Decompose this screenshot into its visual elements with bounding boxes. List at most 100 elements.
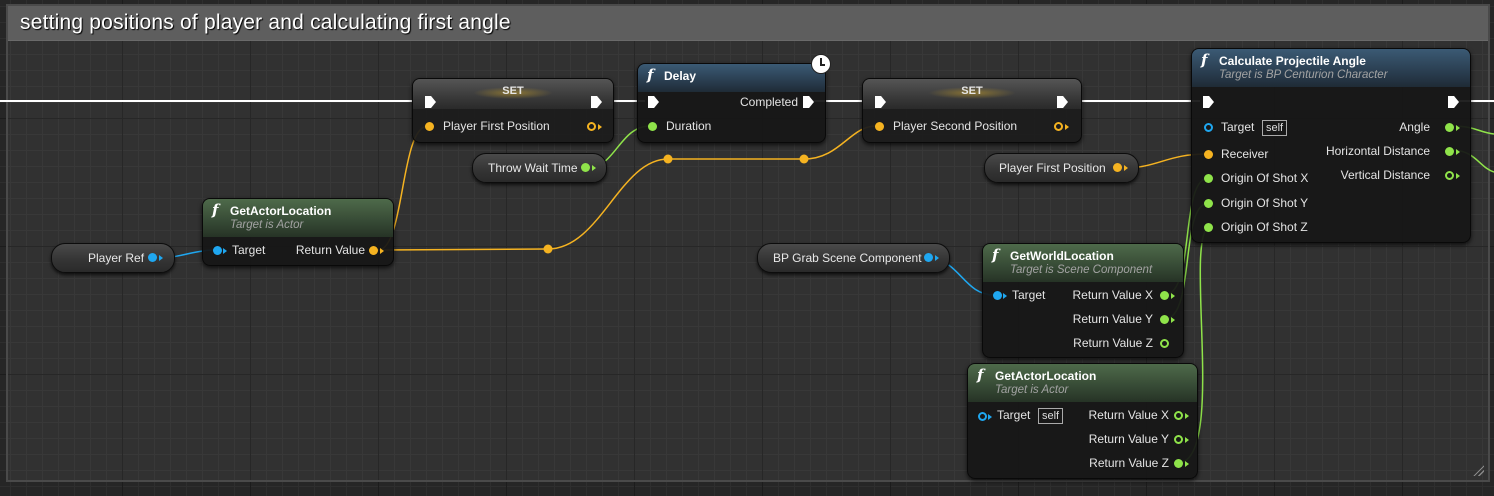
float-out-pin[interactable]: [1445, 147, 1454, 156]
pin-arrow: [1456, 173, 1460, 179]
pin-label: Target: [1012, 288, 1046, 302]
vector-in-pin[interactable]: [425, 122, 434, 131]
pin-arrow: [935, 255, 939, 261]
throw-wait-time-variable[interactable]: Throw Wait Time: [472, 153, 607, 183]
get-actor-location-node[interactable]: f GetActorLocation Target is Actor Targe…: [202, 198, 394, 266]
object-in-pin[interactable]: [213, 246, 222, 255]
float-out-pin[interactable]: [1160, 315, 1169, 324]
pin-arrow: [1171, 317, 1175, 323]
pin-label: Target: [1221, 120, 1255, 134]
object-in-pin[interactable]: [978, 412, 987, 421]
function-icon: f: [977, 366, 984, 384]
set-player-first-position-node[interactable]: SET Player First Position: [412, 78, 614, 143]
vector-out-pin[interactable]: [369, 246, 378, 255]
pin-label: Player First Position: [443, 119, 550, 133]
pin-label: Return Value Y: [1088, 432, 1169, 446]
pin-label: Origin Of Shot Z: [1221, 220, 1308, 234]
exec-out-pin[interactable]: [803, 96, 814, 108]
exec-out-pin[interactable]: [1448, 96, 1459, 108]
pin-label: Receiver: [1221, 147, 1269, 161]
float-out-pin[interactable]: [581, 163, 590, 172]
wire-knot: [799, 154, 809, 164]
pin-arrow: [1003, 293, 1007, 299]
self-default-value[interactable]: self: [1262, 120, 1288, 136]
float-in-pin[interactable]: [1204, 223, 1213, 232]
float-out-pin[interactable]: [1160, 291, 1169, 300]
object-in-pin[interactable]: [993, 291, 1002, 300]
player-first-position-variable[interactable]: Player First Position: [984, 153, 1139, 183]
pin-arrow: [592, 165, 596, 171]
node-title: SET: [961, 85, 983, 97]
player-ref-variable[interactable]: Player Ref: [51, 243, 175, 273]
pin-arrow: [1171, 293, 1175, 299]
float-out-pin[interactable]: [1174, 411, 1183, 420]
pin-label: Completed: [740, 95, 799, 109]
pin-label: Target: [997, 408, 1031, 422]
pin-arrow: [380, 248, 384, 254]
variable-label: Player Ref: [88, 251, 145, 265]
exec-in-pin[interactable]: [1203, 96, 1214, 108]
pin-label: Return Value X: [1072, 288, 1154, 302]
float-out-pin[interactable]: [1445, 123, 1454, 132]
vector-out-pin[interactable]: [1054, 122, 1063, 131]
exec-in-pin[interactable]: [648, 96, 659, 108]
blueprint-graph[interactable]: setting positions of player and calculat…: [0, 0, 1494, 496]
float-out-pin[interactable]: [1160, 339, 1169, 348]
pin-label: Return Value X: [1088, 408, 1170, 422]
vector-out-pin[interactable]: [587, 122, 596, 131]
pin-label: Return Value: [295, 243, 365, 257]
pin-label: Origin Of Shot X: [1221, 171, 1309, 185]
node-subtitle: Target is Actor: [995, 384, 1069, 396]
pin-arrow: [1185, 413, 1189, 419]
delay-node[interactable]: f Delay Completed Duration: [637, 54, 831, 143]
pin-arrow: [598, 124, 602, 130]
node-subtitle: Target is Actor: [230, 219, 304, 231]
pin-label: Vertical Distance: [1340, 168, 1430, 182]
get-actor-location-self-node[interactable]: f GetActorLocation Target is Actor Targe…: [967, 363, 1198, 479]
pin-arrow: [988, 414, 992, 420]
pin-arrow: [1185, 461, 1189, 467]
float-out-pin[interactable]: [1174, 459, 1183, 468]
node-title: Delay: [664, 69, 697, 83]
pin-arrow: [1456, 149, 1460, 155]
function-icon: f: [1201, 51, 1208, 69]
pin-arrow: [159, 255, 163, 261]
vector-out-pin[interactable]: [1113, 163, 1122, 172]
pin-label: Return Value Y: [1072, 312, 1153, 326]
pin-label: Origin Of Shot Y: [1221, 196, 1309, 210]
pin-arrow: [223, 248, 227, 254]
float-in-pin[interactable]: [1204, 174, 1213, 183]
pin-label: Return Value Z: [1073, 336, 1153, 350]
pin-arrow: [1185, 437, 1189, 443]
object-out-pin[interactable]: [148, 253, 157, 262]
pin-label: Return Value Z: [1089, 456, 1169, 470]
get-world-location-node[interactable]: f GetWorldLocation Target is Scene Compo…: [982, 243, 1184, 358]
clock-icon: [811, 54, 831, 74]
vector-in-pin[interactable]: [1204, 150, 1213, 159]
set-player-second-position-node[interactable]: SET Player Second Position: [862, 78, 1082, 143]
node-subtitle: Target is Scene Component: [1010, 264, 1153, 276]
vector-in-pin[interactable]: [875, 122, 884, 131]
function-icon: f: [212, 201, 219, 219]
vector-wire: [377, 125, 877, 251]
float-in-pin[interactable]: [648, 122, 657, 131]
float-out-pin[interactable]: [1174, 435, 1183, 444]
node-title: GetActorLocation: [230, 204, 332, 218]
node-subtitle: Target is BP Centurion Character: [1219, 69, 1388, 81]
variable-label: Player First Position: [999, 161, 1106, 175]
self-default-value[interactable]: self: [1038, 408, 1064, 424]
function-icon: f: [992, 246, 999, 264]
wire-knot: [543, 244, 553, 254]
float-in-pin[interactable]: [1204, 199, 1213, 208]
node-title: Calculate Projectile Angle: [1219, 54, 1366, 68]
function-icon: f: [647, 66, 654, 84]
float-out-pin[interactable]: [1445, 171, 1454, 180]
object-out-pin[interactable]: [924, 253, 933, 262]
calculate-projectile-angle-node[interactable]: f Calculate Projectile Angle Target is B…: [1191, 48, 1471, 243]
object-in-pin[interactable]: [1204, 123, 1213, 132]
bp-grab-scene-component-variable[interactable]: BP Grab Scene Component: [757, 243, 950, 273]
pin-label: Player Second Position: [893, 119, 1018, 133]
pin-label: Target: [232, 243, 266, 257]
pin-arrow: [1456, 125, 1460, 131]
pin-label: Angle: [1399, 120, 1430, 134]
